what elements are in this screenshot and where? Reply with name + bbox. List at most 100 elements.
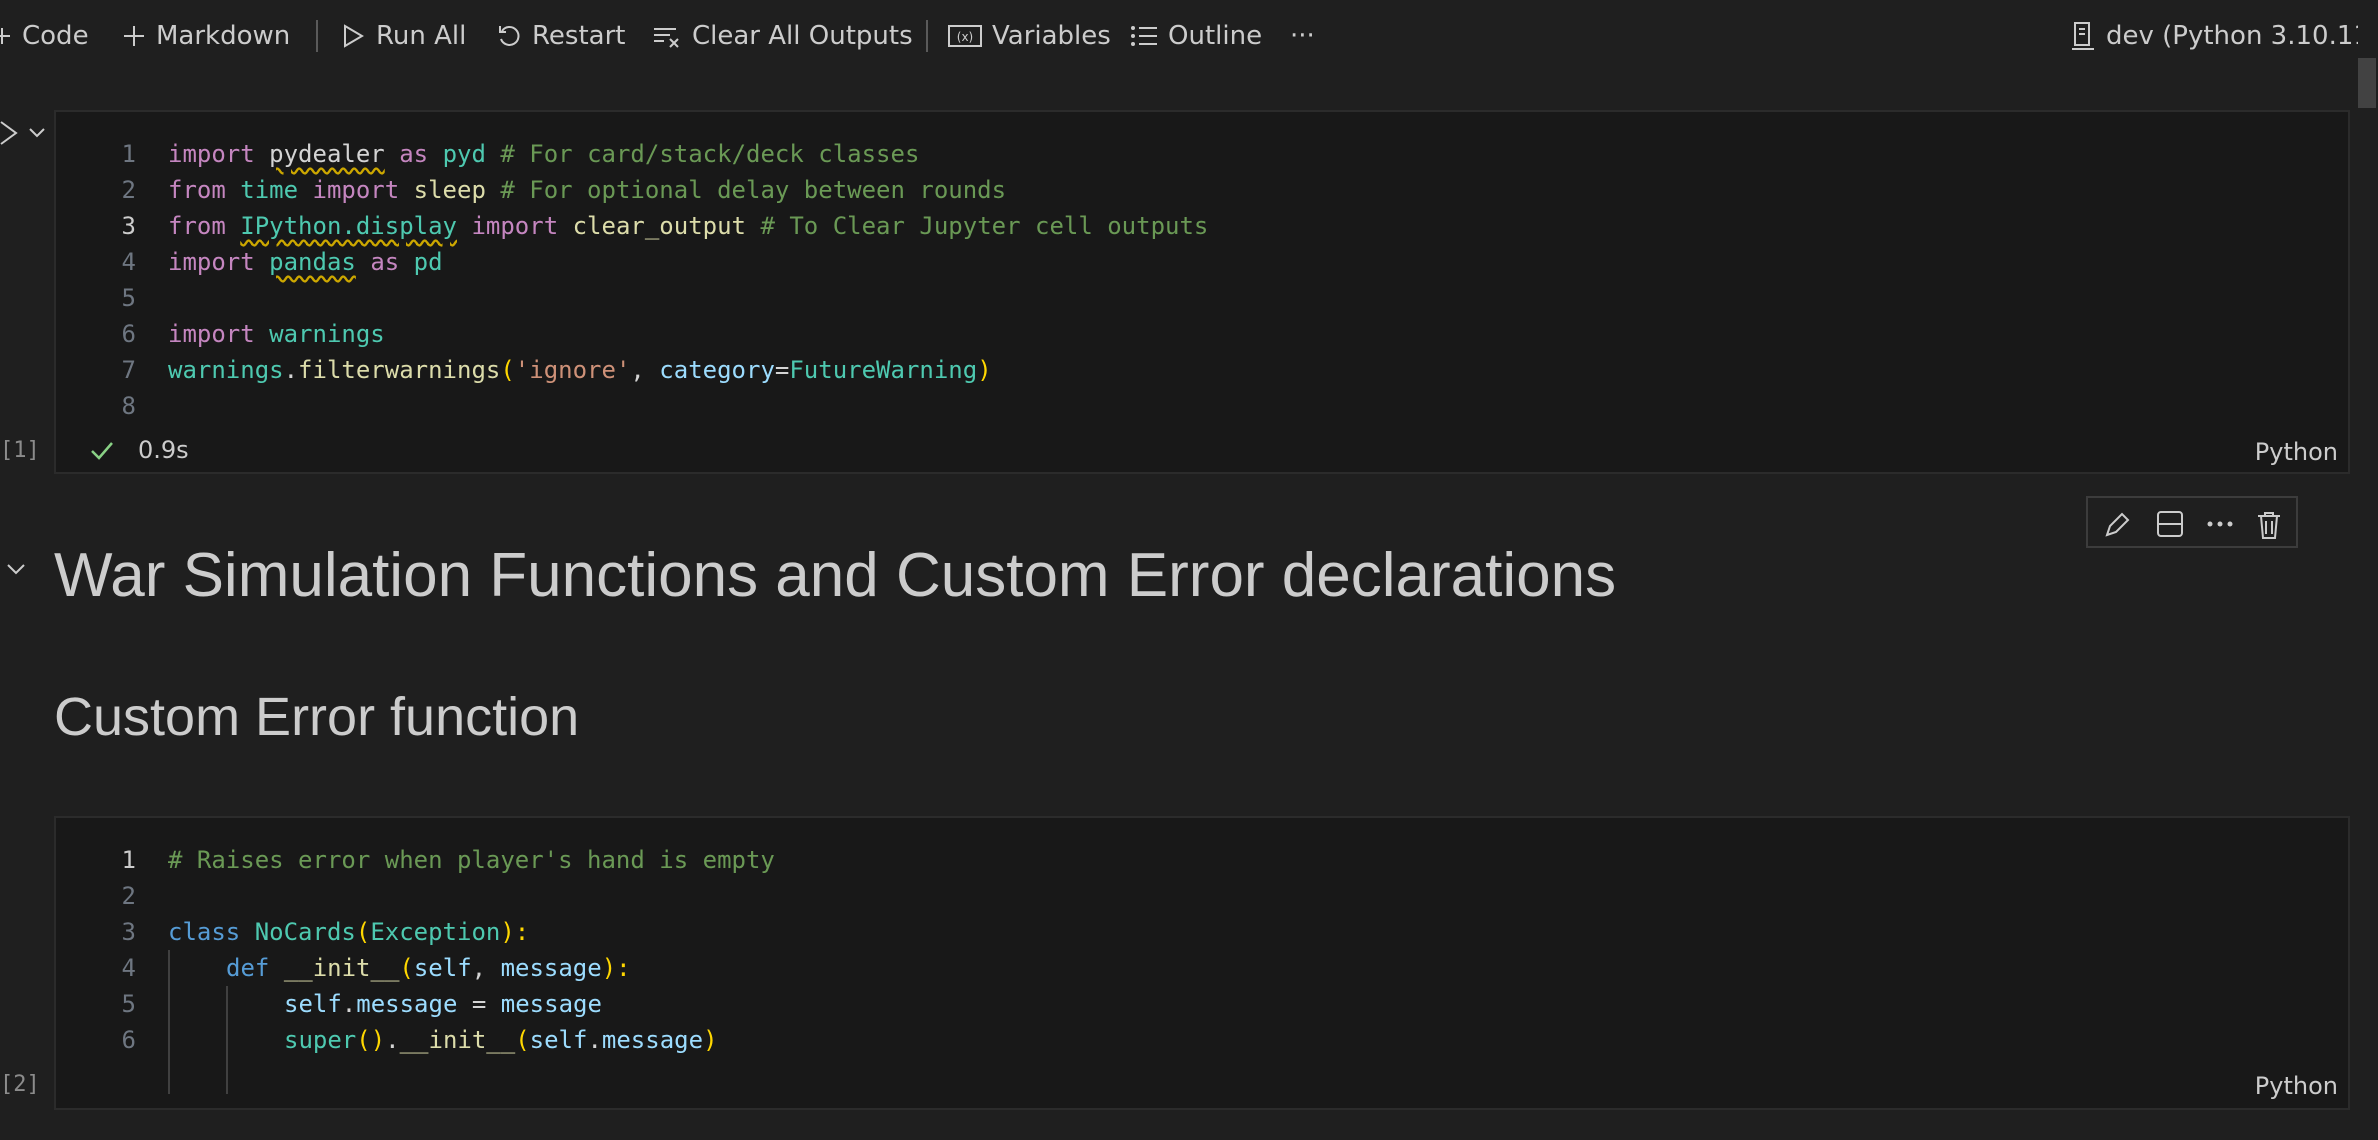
code-token: warnings [269, 320, 385, 348]
code-token: message [356, 990, 458, 1018]
execution-count: [1] [0, 438, 40, 463]
code-token: ( [515, 1026, 530, 1054]
clear-all-icon [654, 28, 679, 48]
code-token: import [168, 140, 255, 168]
edit-pencil-icon[interactable] [2102, 510, 2132, 540]
add-markdown-cell-label: Markdown [156, 21, 291, 51]
scrollbar-thumb[interactable] [2358, 58, 2376, 108]
code-token: from [168, 176, 226, 204]
code-token: 'ignore' [514, 356, 631, 384]
code-token: sleep [413, 176, 486, 204]
clear-all-outputs-button[interactable]: Clear All Outputs [652, 14, 913, 58]
code-token: super [284, 1026, 357, 1054]
code-token: Exception [370, 918, 501, 946]
line-number: 2 [121, 882, 136, 910]
variables-icon: (x) [948, 25, 982, 47]
cell-language-label[interactable]: Python [2255, 438, 2338, 466]
split-cell-icon[interactable] [2156, 510, 2184, 538]
code-token: = [774, 356, 790, 384]
vertical-scrollbar[interactable] [2358, 0, 2378, 1140]
line-number: 6 [121, 320, 136, 348]
add-markdown-cell-button[interactable]: Markdown [122, 14, 290, 58]
code-token: import [312, 176, 400, 204]
add-code-cell-button[interactable]: Code [0, 14, 89, 58]
code-token: = [457, 990, 501, 1018]
line-number: 1 [121, 140, 136, 168]
code-token: def [226, 954, 270, 982]
code-token: import [168, 320, 255, 348]
toolbar-divider [316, 20, 318, 52]
more-actions-icon: ··· [1290, 21, 1315, 51]
code-token: , [630, 356, 660, 384]
variables-button[interactable]: (x) Variables [948, 14, 1111, 58]
indent-guide [226, 986, 228, 1094]
code-token: category [659, 356, 775, 384]
restart-label: Restart [532, 21, 626, 51]
code-comment: # For card/stack/deck classes [500, 140, 920, 168]
toolbar-divider [926, 20, 928, 52]
code-cell-1[interactable]: 1 import pydealer as pyd # For card/stack… [54, 110, 2350, 474]
success-check-icon [91, 442, 113, 460]
code-token: as [370, 248, 400, 276]
plus-icon [0, 28, 10, 44]
code-token: self [529, 1026, 588, 1054]
execution-count: [2] [0, 1072, 40, 1097]
code-token: clear_output [572, 212, 746, 240]
code-token: __init__ [283, 954, 400, 982]
code-token: FutureWarning [789, 356, 978, 384]
code-token: warnings [168, 356, 284, 384]
outline-button[interactable]: Outline [1130, 14, 1262, 58]
line-number: 3 [121, 918, 136, 946]
line-number: 3 [121, 212, 136, 240]
svg-text:(x): (x) [957, 30, 973, 44]
variables-label: Variables [992, 21, 1111, 51]
code-token: () [356, 1026, 386, 1054]
collapse-chevron-icon[interactable] [28, 126, 46, 140]
kernel-picker[interactable]: dev (Python 3.10.11) [2070, 14, 2378, 58]
code-token: . [385, 1026, 400, 1054]
run-cell-icon[interactable] [0, 120, 18, 146]
markdown-heading-2: Custom Error function [54, 687, 580, 747]
restart-button[interactable]: Restart [496, 14, 625, 58]
more-actions-button[interactable]: ··· [1290, 14, 1315, 58]
kernel-server-icon [2072, 22, 2094, 50]
line-number: 4 [121, 954, 136, 982]
line-number: 1 [121, 846, 136, 874]
code-token: ): [500, 918, 530, 946]
outline-label: Outline [1168, 21, 1263, 51]
code-comment: # Raises error when player's hand is emp… [168, 846, 775, 874]
execution-time: 0.9s [138, 436, 189, 464]
code-token: pd [413, 248, 443, 276]
code-token: ): [601, 954, 631, 982]
code-cell-2[interactable]: 1 # Raises error when player's hand is em… [54, 816, 2350, 1110]
code-token: . [587, 1026, 602, 1054]
run-all-label: Run All [376, 21, 467, 51]
run-all-button[interactable]: Run All [340, 14, 466, 58]
code-token: NoCards [254, 918, 356, 946]
code-comment: # For optional delay between rounds [500, 176, 1007, 204]
line-number: 5 [121, 284, 136, 312]
code-token: filterwarnings [298, 356, 501, 384]
markdown-cell-toolbar [2086, 496, 2298, 548]
markdown-heading-1: War Simulation Functions and Custom Erro… [54, 541, 1617, 610]
code-token: pydealer [269, 140, 385, 168]
code-token: import [168, 248, 255, 276]
plus-icon [124, 26, 144, 46]
play-icon [344, 24, 364, 48]
code-token: import [471, 212, 559, 240]
code-token: . [283, 356, 299, 384]
more-actions-icon[interactable] [2206, 520, 2234, 528]
code-token: as [399, 140, 429, 168]
delete-trash-icon[interactable] [2256, 510, 2282, 540]
indent-guide [168, 950, 170, 1094]
cell-language-label[interactable]: Python [2255, 1072, 2338, 1100]
code-token: , [471, 954, 501, 982]
collapse-chevron-icon[interactable] [6, 562, 26, 576]
code-token: pyd [442, 140, 486, 168]
code-token: IPython.display [240, 212, 457, 240]
code-token: ) [977, 356, 992, 384]
add-code-cell-label: Code [22, 21, 89, 51]
code-token: from [168, 212, 226, 240]
restart-icon [499, 26, 520, 46]
line-number: 8 [121, 392, 136, 420]
